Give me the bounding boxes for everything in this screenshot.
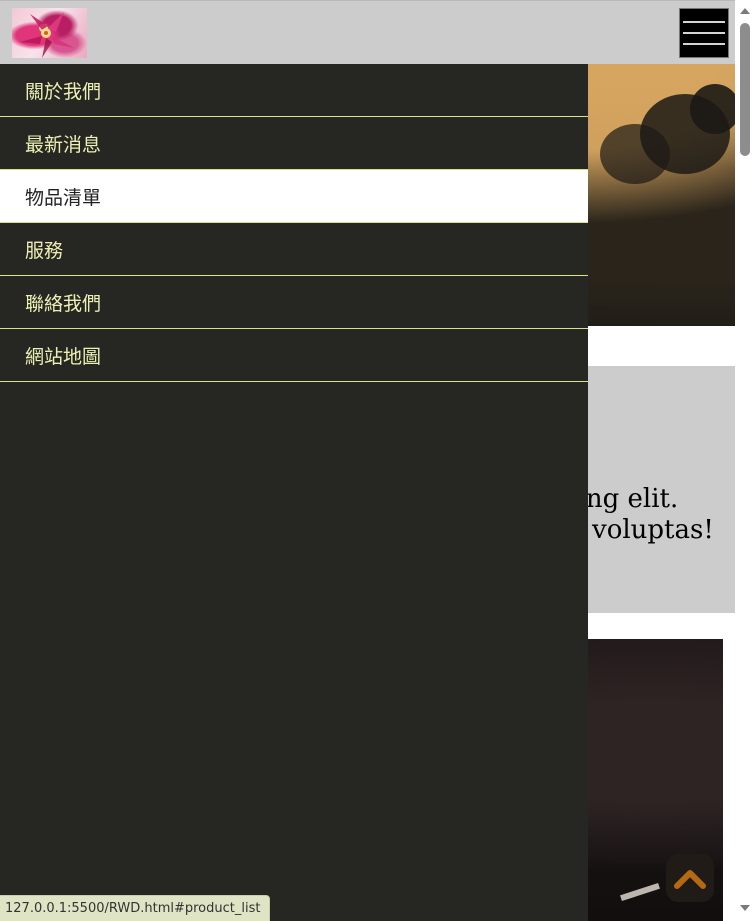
page: cing elit. voluptas! 關於我們 最新消息 物品清單 服務 聯… xyxy=(0,0,735,921)
nav-item-label: 最新消息 xyxy=(25,133,102,156)
nav-item-label: 網站地圖 xyxy=(25,345,102,368)
nav-item-product-list[interactable]: 物品清單 xyxy=(0,170,588,223)
nav-item-news[interactable]: 最新消息 xyxy=(0,117,588,170)
intro-text-line-2: voluptas! xyxy=(592,515,714,545)
scroll-down-arrow-icon[interactable] xyxy=(739,903,751,913)
nav-item-label: 關於我們 xyxy=(25,80,102,103)
nav-item-label: 聯絡我們 xyxy=(25,292,102,315)
nav-item-label: 物品清單 xyxy=(25,186,102,209)
flower-logo-icon xyxy=(20,12,74,58)
nav-item-services[interactable]: 服務 xyxy=(0,223,588,276)
scroll-up-arrow-icon[interactable] xyxy=(739,6,751,16)
nav-item-about[interactable]: 關於我們 xyxy=(0,64,588,117)
site-header xyxy=(0,0,735,64)
site-logo[interactable] xyxy=(12,8,87,58)
back-to-top-button[interactable] xyxy=(666,854,714,902)
side-navigation-menu: 關於我們 最新消息 物品清單 服務 聯絡我們 網站地圖 xyxy=(0,64,588,921)
nav-item-contact[interactable]: 聯絡我們 xyxy=(0,276,588,329)
nav-item-label: 服務 xyxy=(25,239,64,262)
scrollbar-thumb[interactable] xyxy=(740,23,750,156)
browser-status-bar: 127.0.0.1:5500/RWD.html#product_list xyxy=(0,895,271,921)
hamburger-menu-icon[interactable] xyxy=(679,8,729,58)
nav-item-sitemap[interactable]: 網站地圖 xyxy=(0,329,588,382)
vertical-scrollbar[interactable] xyxy=(735,0,755,921)
chevron-up-icon xyxy=(674,870,706,889)
